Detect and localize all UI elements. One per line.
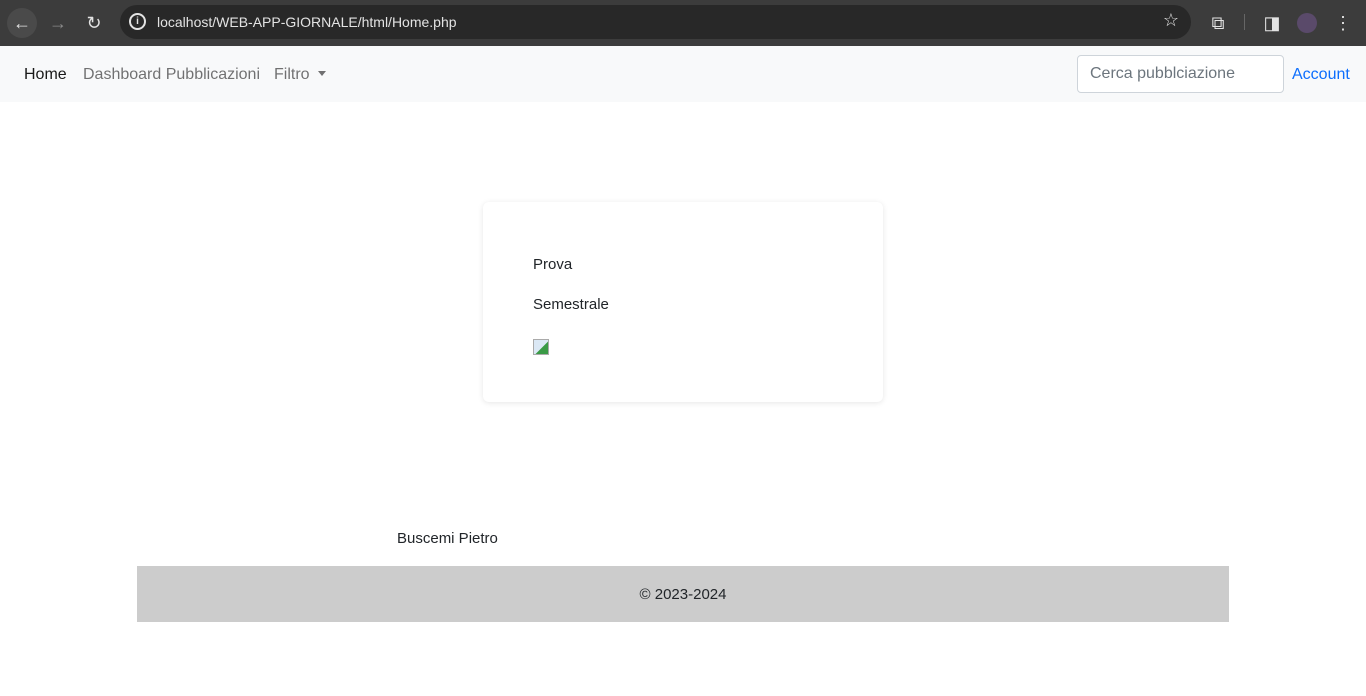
publication-card[interactable]: Prova Semestrale: [483, 202, 883, 402]
nav-dashboard[interactable]: Dashboard Pubblicazioni: [83, 66, 260, 84]
profile-avatar[interactable]: [1292, 8, 1322, 38]
back-button[interactable]: ←: [7, 8, 37, 38]
author-name: Buscemi Pietro: [397, 530, 498, 547]
side-panel-icon[interactable]: ◨: [1257, 8, 1287, 38]
reload-button[interactable]: ↻: [79, 8, 109, 38]
menu-icon[interactable]: ⋮: [1328, 8, 1358, 38]
divider: [1244, 14, 1245, 30]
footer: © 2023-2024: [137, 566, 1229, 622]
nav-filter-dropdown[interactable]: Filtro: [274, 66, 326, 84]
copyright: © 2023-2024: [639, 585, 727, 603]
filter-label: Filtro: [274, 66, 310, 83]
publication-title: Prova: [533, 256, 573, 273]
bookmark-star-icon[interactable]: ☆: [1163, 10, 1179, 31]
navbar: Home Dashboard Pubblicazioni Filtro Acco…: [0, 46, 1366, 102]
account-link[interactable]: Account: [1292, 66, 1350, 84]
caret-down-icon: [317, 71, 326, 76]
forward-button[interactable]: →: [43, 8, 73, 38]
nav-home[interactable]: Home: [24, 66, 67, 84]
extensions-icon[interactable]: ⧉: [1203, 8, 1233, 38]
publication-period: Semestrale: [533, 296, 609, 313]
address-bar[interactable]: i localhost/WEB-APP-GIORNALE/html/Home.p…: [120, 5, 1191, 39]
browser-toolbar: ← → ↻ i localhost/WEB-APP-GIORNALE/html/…: [0, 0, 1366, 46]
info-icon[interactable]: i: [129, 13, 146, 30]
broken-image-icon: [533, 339, 549, 355]
search-input[interactable]: [1077, 55, 1284, 93]
url-text[interactable]: localhost/WEB-APP-GIORNALE/html/Home.php: [157, 14, 457, 30]
